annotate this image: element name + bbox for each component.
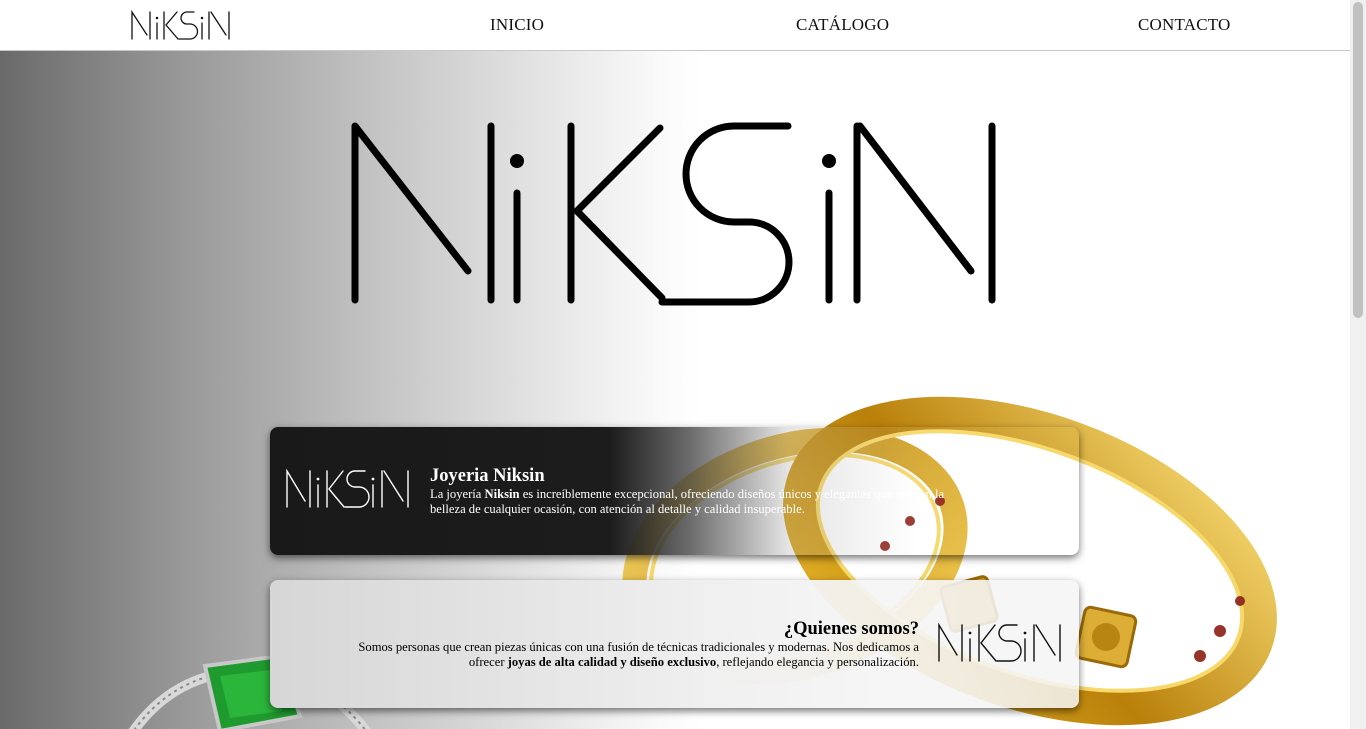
card-text-block: Joyeria Niksin La joyería Niksin es incr…: [430, 465, 970, 517]
card-title: ¿Quienes somos?: [783, 619, 919, 639]
card-logo-icon: [938, 623, 1061, 662]
about-card-joyeria: Joyeria Niksin La joyería Niksin es incr…: [270, 427, 1079, 555]
hero-logo-icon: [351, 122, 996, 306]
card-body: Somos personas que crean piezas únicas c…: [358, 640, 919, 669]
nav-link-catalogo[interactable]: CATÁLOGO: [796, 15, 889, 35]
card-text-block: ¿Quienes somos? Somos personas que crean…: [329, 618, 919, 670]
card-logo-icon: [286, 469, 409, 508]
page-scrollbar[interactable]: [1350, 0, 1366, 729]
card-body: La joyería Niksin es increíblemente exce…: [430, 487, 945, 516]
nav-link-contacto[interactable]: CONTACTO: [1138, 15, 1231, 35]
card-title: Joyeria Niksin: [430, 466, 545, 486]
niksin-logo-icon[interactable]: [130, 9, 232, 41]
top-navbar: INICIO CATÁLOGO CONTACTO: [0, 0, 1350, 51]
scrollbar-thumb[interactable]: [1353, 2, 1363, 318]
nav-link-inicio[interactable]: INICIO: [490, 15, 544, 35]
about-card-quienes-somos: ¿Quienes somos? Somos personas que crean…: [270, 580, 1079, 708]
